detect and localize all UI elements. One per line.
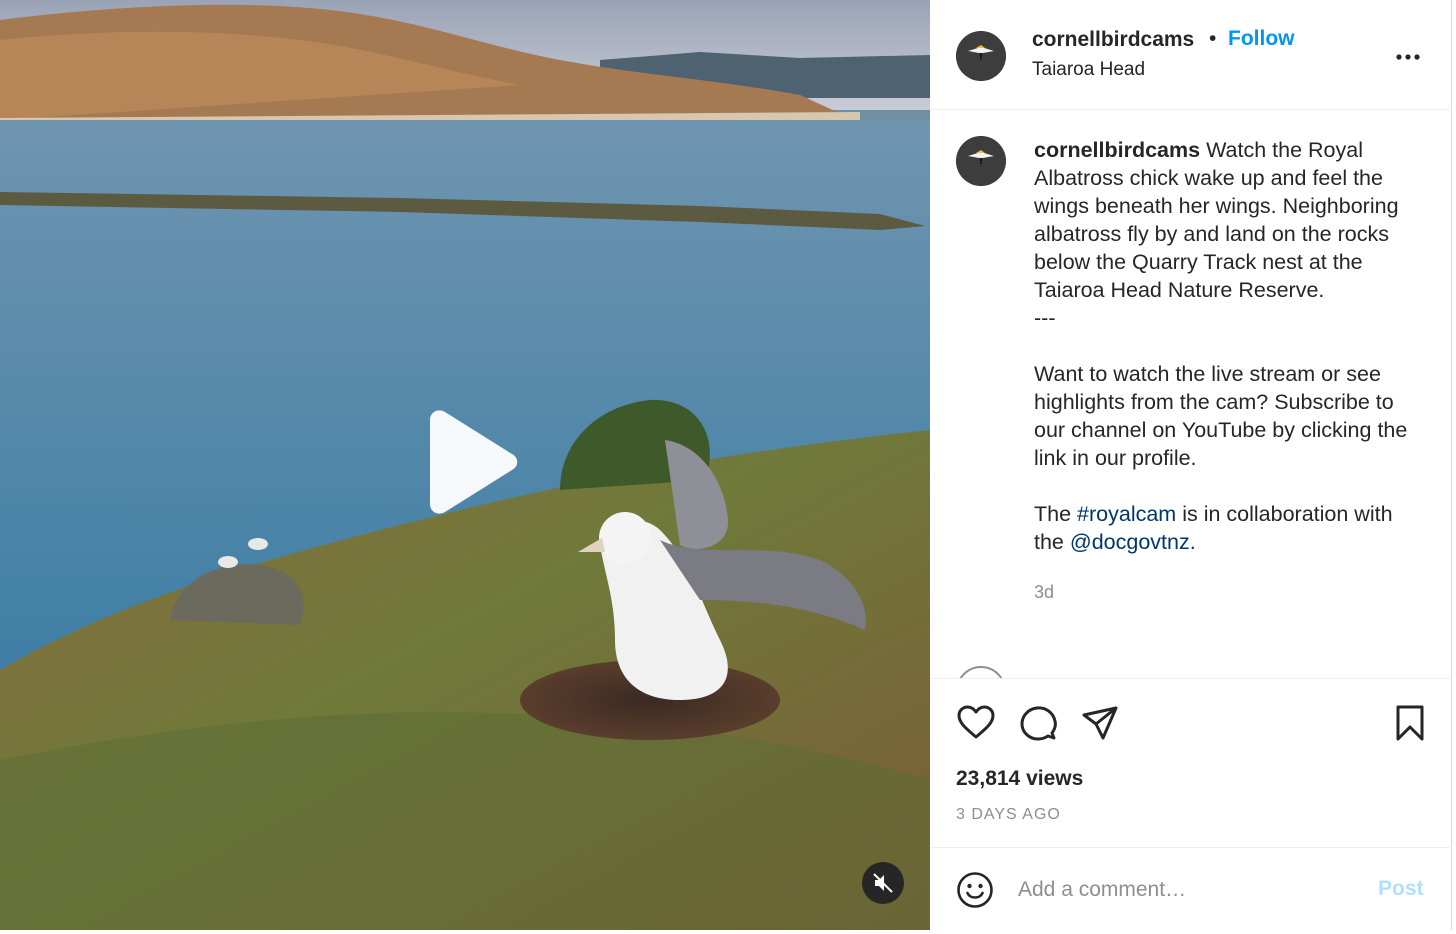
comment-bubble-icon bbox=[1020, 706, 1057, 741]
add-comment-bar: Post bbox=[930, 848, 1452, 930]
page-bottom-edge bbox=[0, 930, 1456, 934]
hashtag-link[interactable]: #royalcam bbox=[1077, 502, 1176, 526]
more-options-button[interactable] bbox=[1394, 48, 1424, 66]
post-side-panel: cornellbirdcams • Follow Taiaroa Head co… bbox=[930, 0, 1452, 930]
comment-button[interactable] bbox=[1018, 703, 1058, 743]
paper-plane-icon bbox=[1082, 706, 1118, 740]
emoji-button[interactable] bbox=[956, 871, 994, 909]
follow-button[interactable]: Follow bbox=[1228, 27, 1295, 51]
header-separator: • bbox=[1209, 27, 1217, 50]
heart-icon bbox=[957, 705, 995, 739]
post-location[interactable]: Taiaroa Head bbox=[1032, 59, 1145, 81]
comments-list[interactable]: cornellbirdcams Watch the Royal Albatros… bbox=[930, 110, 1452, 678]
post-caption: cornellbirdcams Watch the Royal Albatros… bbox=[1034, 136, 1414, 606]
post-header: cornellbirdcams • Follow Taiaroa Head bbox=[930, 0, 1452, 110]
like-button[interactable] bbox=[956, 703, 996, 743]
muted-speaker-icon bbox=[873, 873, 893, 893]
next-comment-avatar[interactable] bbox=[956, 666, 1006, 678]
bookmark-icon bbox=[1396, 705, 1424, 741]
share-button[interactable] bbox=[1080, 703, 1120, 743]
caption-text-1: Watch the Royal Albatross chick wake up … bbox=[1034, 138, 1408, 526]
bird-logo-icon bbox=[956, 31, 1006, 81]
caption-text-3: . bbox=[1189, 530, 1196, 554]
view-count[interactable]: 23,814 views bbox=[956, 767, 1083, 791]
author-avatar[interactable] bbox=[956, 31, 1006, 81]
author-username[interactable]: cornellbirdcams bbox=[1032, 28, 1194, 52]
play-icon bbox=[430, 410, 518, 514]
mute-toggle-button[interactable] bbox=[862, 862, 904, 904]
save-button[interactable] bbox=[1390, 703, 1430, 743]
bird-logo-icon bbox=[956, 136, 1006, 186]
caption-timestamp[interactable]: 3d bbox=[1034, 578, 1414, 606]
comment-input[interactable] bbox=[1018, 868, 1358, 912]
post-actions: 23,814 views 3 DAYS AGO bbox=[930, 678, 1452, 848]
more-options-icon bbox=[1396, 54, 1420, 60]
caption-author-avatar[interactable] bbox=[956, 136, 1006, 186]
play-button[interactable] bbox=[420, 408, 524, 516]
mention-link[interactable]: @docgovtnz bbox=[1070, 530, 1190, 554]
smiley-icon bbox=[957, 872, 993, 908]
post-comment-button[interactable]: Post bbox=[1378, 877, 1424, 901]
caption-username[interactable]: cornellbirdcams bbox=[1034, 138, 1200, 162]
post-date[interactable]: 3 DAYS AGO bbox=[956, 806, 1061, 824]
post-video[interactable] bbox=[0, 0, 930, 930]
